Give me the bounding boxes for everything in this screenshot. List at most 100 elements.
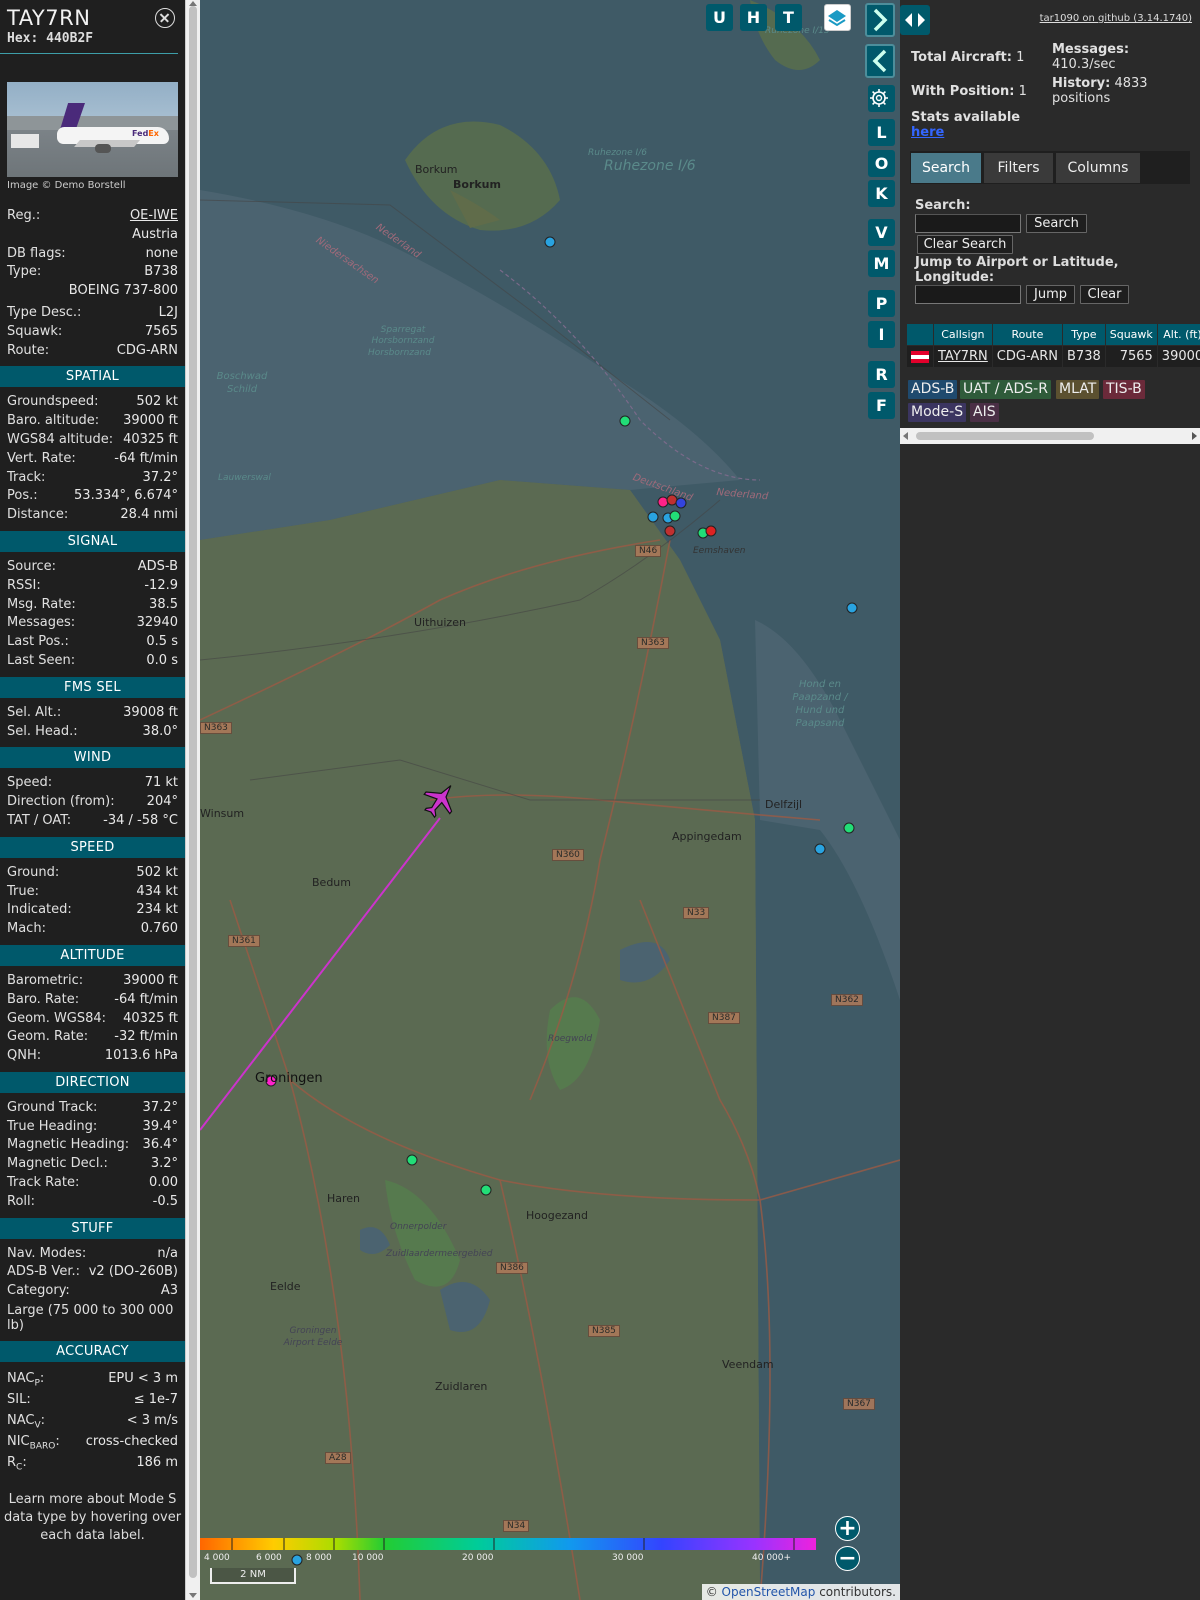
altitude-row: QNH: 1013.6 hPa xyxy=(7,1048,178,1064)
map-label: Horsbornzand xyxy=(368,348,431,358)
map-label: Groningen xyxy=(255,1071,323,1086)
scroll-thumb[interactable] xyxy=(189,6,197,1578)
scroll-down-arrow[interactable] xyxy=(189,1593,197,1598)
altitude-scale-label: 8 000 xyxy=(306,1553,332,1563)
col-callsign[interactable]: Callsign xyxy=(933,323,993,346)
spatial-row: WGS84 altitude: 40325 ft xyxy=(7,431,178,447)
map-label: Uithuizen xyxy=(414,616,466,629)
col-altitude[interactable]: Alt. (ft) xyxy=(1156,323,1200,346)
toggle-u-button[interactable]: U xyxy=(706,4,733,31)
col-flag[interactable] xyxy=(906,323,934,346)
search-button[interactable]: Search xyxy=(1026,214,1087,233)
zoom-out-button[interactable]: − xyxy=(835,1546,860,1571)
spatial-rows: Groundspeed: 502 kt Baro. altitude: 39000 f… xyxy=(0,393,185,525)
stat-available: Stats available here xyxy=(911,110,1021,140)
scroll-left-arrow[interactable] xyxy=(903,432,908,440)
row-callsign[interactable]: TAY7RN xyxy=(933,345,993,368)
toggle-k-button[interactable]: K xyxy=(868,180,895,207)
clear-search-button[interactable]: Clear Search xyxy=(917,235,1013,254)
info-row-dbflags: DB flags: none xyxy=(7,245,178,261)
spatial-row: Distance: 28.4 nmi xyxy=(7,507,178,523)
map-label: N362 xyxy=(831,994,863,1006)
section-fms: FMS SEL xyxy=(0,676,185,698)
clear-button[interactable]: Clear xyxy=(1080,285,1129,304)
stuff-rows: Nav. Modes: n/a ADS-B Ver.: v2 (DO-260B) Cat… xyxy=(0,1245,185,1301)
fms-row: Sel. Head.: 38.0° xyxy=(7,723,178,739)
zoom-in-button[interactable]: + xyxy=(835,1516,860,1541)
toggle-sidebar-button[interactable] xyxy=(900,5,930,35)
close-icon[interactable] xyxy=(155,8,175,28)
map-label: Onnerpolder xyxy=(390,1222,447,1232)
altitude-row: Baro. Rate: -64 ft/min xyxy=(7,991,178,1007)
arrows-horizontal-icon xyxy=(905,13,925,27)
direction-row: Roll: -0.5 xyxy=(7,1193,178,1209)
toggle-p-button[interactable]: P xyxy=(868,290,895,317)
settings-button[interactable] xyxy=(868,85,895,112)
gear-icon xyxy=(870,89,888,107)
map-label: N46 xyxy=(635,545,662,557)
aircraft-photo[interactable]: FedEx xyxy=(7,82,178,177)
map-label: N363 xyxy=(637,637,669,649)
section-direction: DIRECTION xyxy=(0,1071,185,1093)
jump-input[interactable] xyxy=(915,285,1021,304)
altitude-row: Barometric: 39000 ft xyxy=(7,972,178,988)
map-view[interactable]: Borkum Borkum Ruhezone I/6 Ruhezone I/6 Ruhe… xyxy=(200,0,900,1600)
map-label: N33 xyxy=(683,907,710,919)
sidebar-header: TAY7RN Hex: 440B2F xyxy=(0,0,178,54)
spatial-row: Vert. Rate: -64 ft/min xyxy=(7,450,178,466)
toggle-t-button[interactable]: T xyxy=(775,4,802,31)
tab-search[interactable]: Search xyxy=(911,153,981,183)
toggle-r-button[interactable]: R xyxy=(868,361,895,388)
map-label: N367 xyxy=(843,1398,875,1410)
row-altitude: 39000 xyxy=(1156,345,1200,368)
info-row-country: Austria xyxy=(132,226,178,242)
signal-row: Msg. Rate: 38.5 xyxy=(7,596,178,612)
photo-logo: FedEx xyxy=(132,129,159,138)
map-label: Boschwad Schild xyxy=(216,371,268,395)
map-label: N385 xyxy=(588,1325,620,1337)
hscroll-thumb[interactable] xyxy=(916,432,1094,440)
scroll-right-arrow[interactable] xyxy=(1192,432,1197,440)
jump-button[interactable]: Jump xyxy=(1026,285,1075,304)
search-label: Search: xyxy=(915,198,971,213)
stats-link[interactable]: here xyxy=(911,125,944,140)
collapse-panel-button[interactable] xyxy=(865,44,895,78)
row-squawk: 7565 xyxy=(1104,345,1158,368)
toggle-l-button[interactable]: L xyxy=(868,119,895,146)
wind-row: Speed: 71 kt xyxy=(7,775,178,791)
layers-icon[interactable] xyxy=(824,4,851,31)
toggle-m-button[interactable]: M xyxy=(868,250,895,277)
toggle-i-button[interactable]: I xyxy=(868,321,895,348)
fms-rows: Sel. Alt.: 39008 ft Sel. Head.: 38.0° xyxy=(0,704,185,742)
toggle-o-button[interactable]: O xyxy=(868,150,895,177)
signal-row: Last Pos.: 0.5 s xyxy=(7,634,178,650)
col-route[interactable]: Route xyxy=(991,323,1064,346)
col-squawk[interactable]: Squawk xyxy=(1104,323,1158,346)
map-label: Hond en Paapzand / Hund und Paapsand xyxy=(792,679,848,729)
legend-badge: TIS-B xyxy=(1103,380,1145,399)
wind-row: TAT / OAT: -34 / -58 °C xyxy=(7,812,178,828)
github-link[interactable]: tar1090 on github (3.14.1740) xyxy=(1040,13,1192,24)
search-input[interactable] xyxy=(915,214,1021,233)
toggle-h-button[interactable]: H xyxy=(740,4,767,31)
tab-columns[interactable]: Columns xyxy=(1056,153,1140,183)
table-row[interactable]: TAY7RN CDG-ARN B738 7565 39000 xyxy=(906,345,1200,368)
toggle-f-button[interactable]: F xyxy=(868,392,895,419)
direction-row: Magnetic Heading: 36.4° xyxy=(7,1137,178,1153)
expand-panel-button[interactable] xyxy=(865,3,895,37)
section-altitude: ALTITUDE xyxy=(0,944,185,966)
spatial-row: Baro. altitude: 39000 ft xyxy=(7,413,178,429)
legend-badge: Mode-S xyxy=(908,403,967,422)
registration-link[interactable]: OE-IWE xyxy=(130,207,178,226)
osm-link[interactable]: OpenStreetMap xyxy=(722,1585,816,1599)
col-type[interactable]: Type xyxy=(1062,323,1106,346)
sidebar-scrollbar[interactable] xyxy=(185,0,200,1600)
map-label: N34 xyxy=(503,1520,530,1532)
tab-filters[interactable]: Filters xyxy=(984,153,1053,183)
map-label: Veendam xyxy=(722,1358,774,1371)
toggle-v-button[interactable]: V xyxy=(868,219,895,246)
altitude-scale-label: 40 000+ xyxy=(752,1553,792,1563)
table-hscrollbar[interactable] xyxy=(900,428,1200,444)
altitude-rows: Barometric: 39000 ft Baro. Rate: -64 ft/min… xyxy=(0,972,185,1066)
signal-rows: Source: ADS-B RSSI: -12.9 Msg. Rate: 38.5 Mess… xyxy=(0,558,185,671)
